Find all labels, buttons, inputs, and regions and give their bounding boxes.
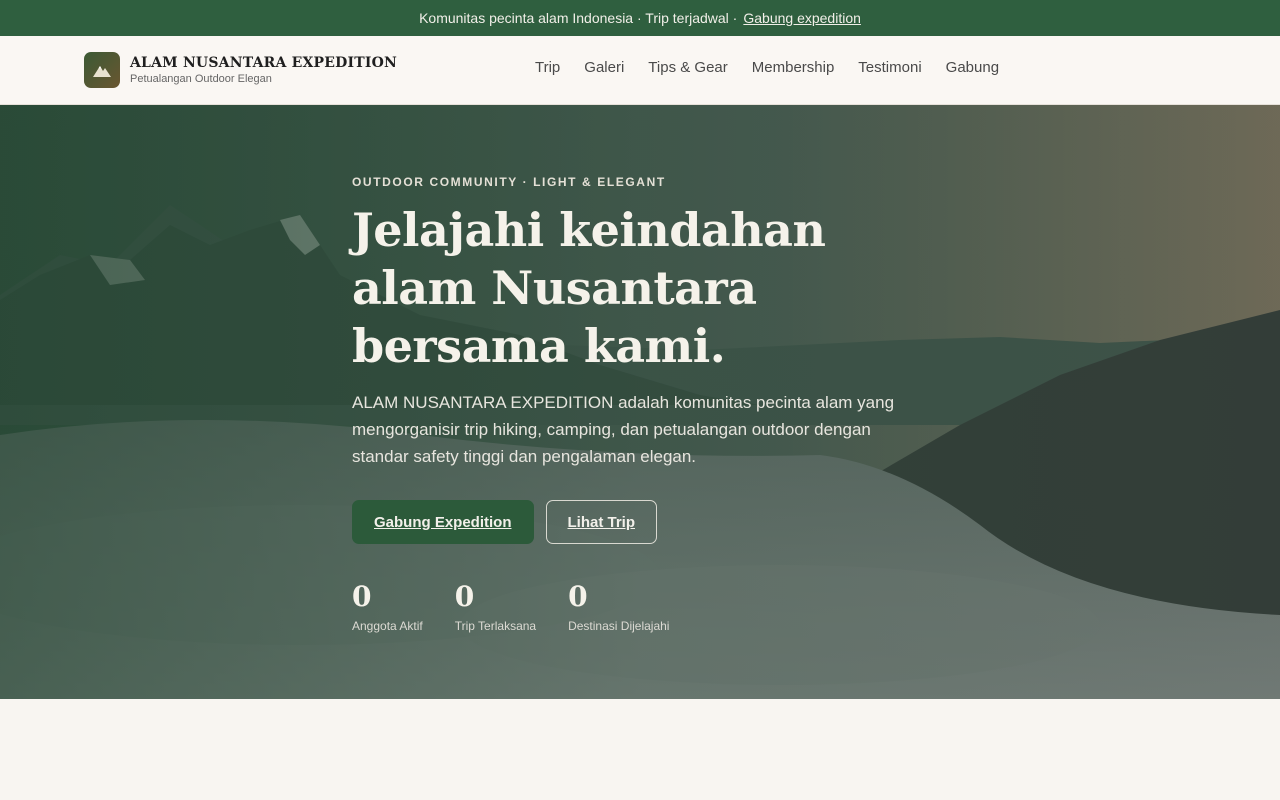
nav-item-testimoni[interactable]: Testimoni [858, 59, 921, 76]
lihat-trip-button[interactable]: Lihat Trip [545, 500, 657, 544]
stat-value: 0 [454, 580, 475, 613]
nav-item-trip[interactable]: Trip [535, 59, 560, 76]
mountain-icon [84, 52, 120, 88]
stat-anggota-aktif: 0 Anggota Aktif [352, 580, 423, 633]
hero-title: Jelajahi keindahan alam Nusantara bersam… [352, 203, 826, 373]
main-nav: Trip Galeri Tips & Gear Membership Testi… [535, 59, 999, 76]
stat-label: Anggota Aktif [352, 619, 423, 633]
nav-item-gabung[interactable]: Gabung [946, 59, 999, 76]
nav-item-tips-gear[interactable]: Tips & Gear [648, 59, 727, 76]
stat-label: Trip Terlaksana [454, 619, 537, 633]
announcement-bar: Komunitas pecinta alam Indonesia · Trip … [0, 0, 1280, 36]
stat-value: 0 [568, 580, 588, 613]
brand[interactable]: ALAM NUSANTARA EXPEDITION Petualangan Ou… [84, 52, 397, 88]
nav-item-membership[interactable]: Membership [752, 59, 835, 76]
hero-actions: Gabung Expedition Lihat Trip [352, 500, 952, 544]
hero-stats: 0 Anggota Aktif 0 Trip Terlaksana 0 Dest… [352, 580, 952, 633]
hero-content: OUTDOOR COMMUNITY · LIGHT & ELEGANT Jela… [352, 175, 952, 633]
gabung-expedition-button[interactable]: Gabung Expedition [352, 500, 534, 544]
join-expedition-link[interactable]: Gabung expedition [743, 10, 861, 26]
stat-value: 0 [352, 580, 372, 613]
announcement-text: Komunitas pecinta alam Indonesia · Trip … [419, 10, 738, 26]
stat-label: Destinasi Dijelajahi [568, 619, 670, 633]
stat-trip-terlaksana: 0 Trip Terlaksana [455, 580, 536, 633]
hero-description: ALAM NUSANTARA EXPEDITION adalah komunit… [352, 393, 895, 466]
hero-section: OUTDOOR COMMUNITY · LIGHT & ELEGANT Jela… [0, 105, 1280, 699]
hero-eyebrow: OUTDOOR COMMUNITY · LIGHT & ELEGANT [352, 175, 666, 189]
site-header: ALAM NUSANTARA EXPEDITION Petualangan Ou… [0, 36, 1280, 105]
brand-name: ALAM NUSANTARA EXPEDITION [130, 55, 397, 71]
nav-item-galeri[interactable]: Galeri [584, 59, 624, 76]
stat-destinasi-dijelajahi: 0 Destinasi Dijelajahi [568, 580, 669, 633]
brand-tagline: Petualangan Outdoor Elegan [130, 73, 272, 85]
